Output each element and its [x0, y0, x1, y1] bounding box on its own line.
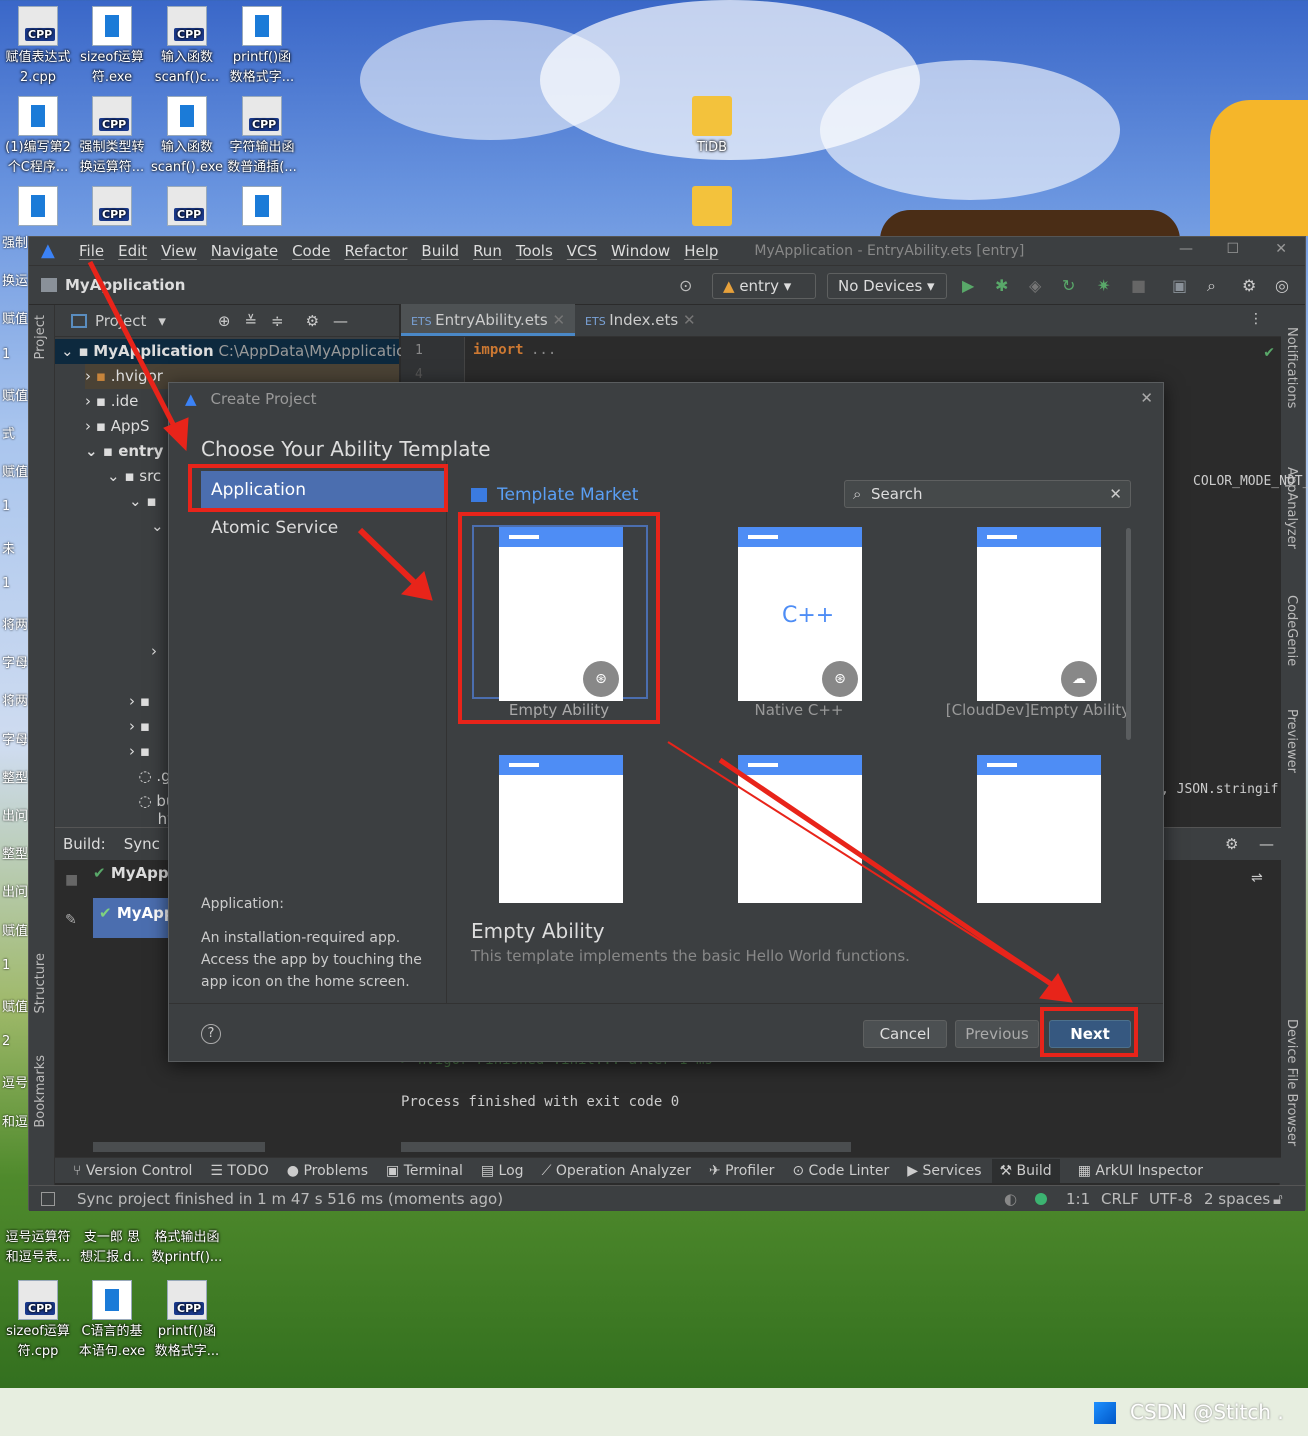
taskbar: CSDN @Stitch .: [0, 1388, 1308, 1436]
windows-start-icon[interactable]: [1094, 1402, 1116, 1424]
annotation-arrowhead: [163, 417, 189, 452]
annotation-arrow: [718, 757, 1056, 989]
annotation-arrow: [357, 527, 421, 589]
annotation-arrow: [87, 260, 179, 432]
annotation-arrows: [87, 260, 1073, 1003]
watermark: CSDN @Stitch .: [1130, 1400, 1284, 1424]
annotation-arrow: [667, 741, 1053, 987]
